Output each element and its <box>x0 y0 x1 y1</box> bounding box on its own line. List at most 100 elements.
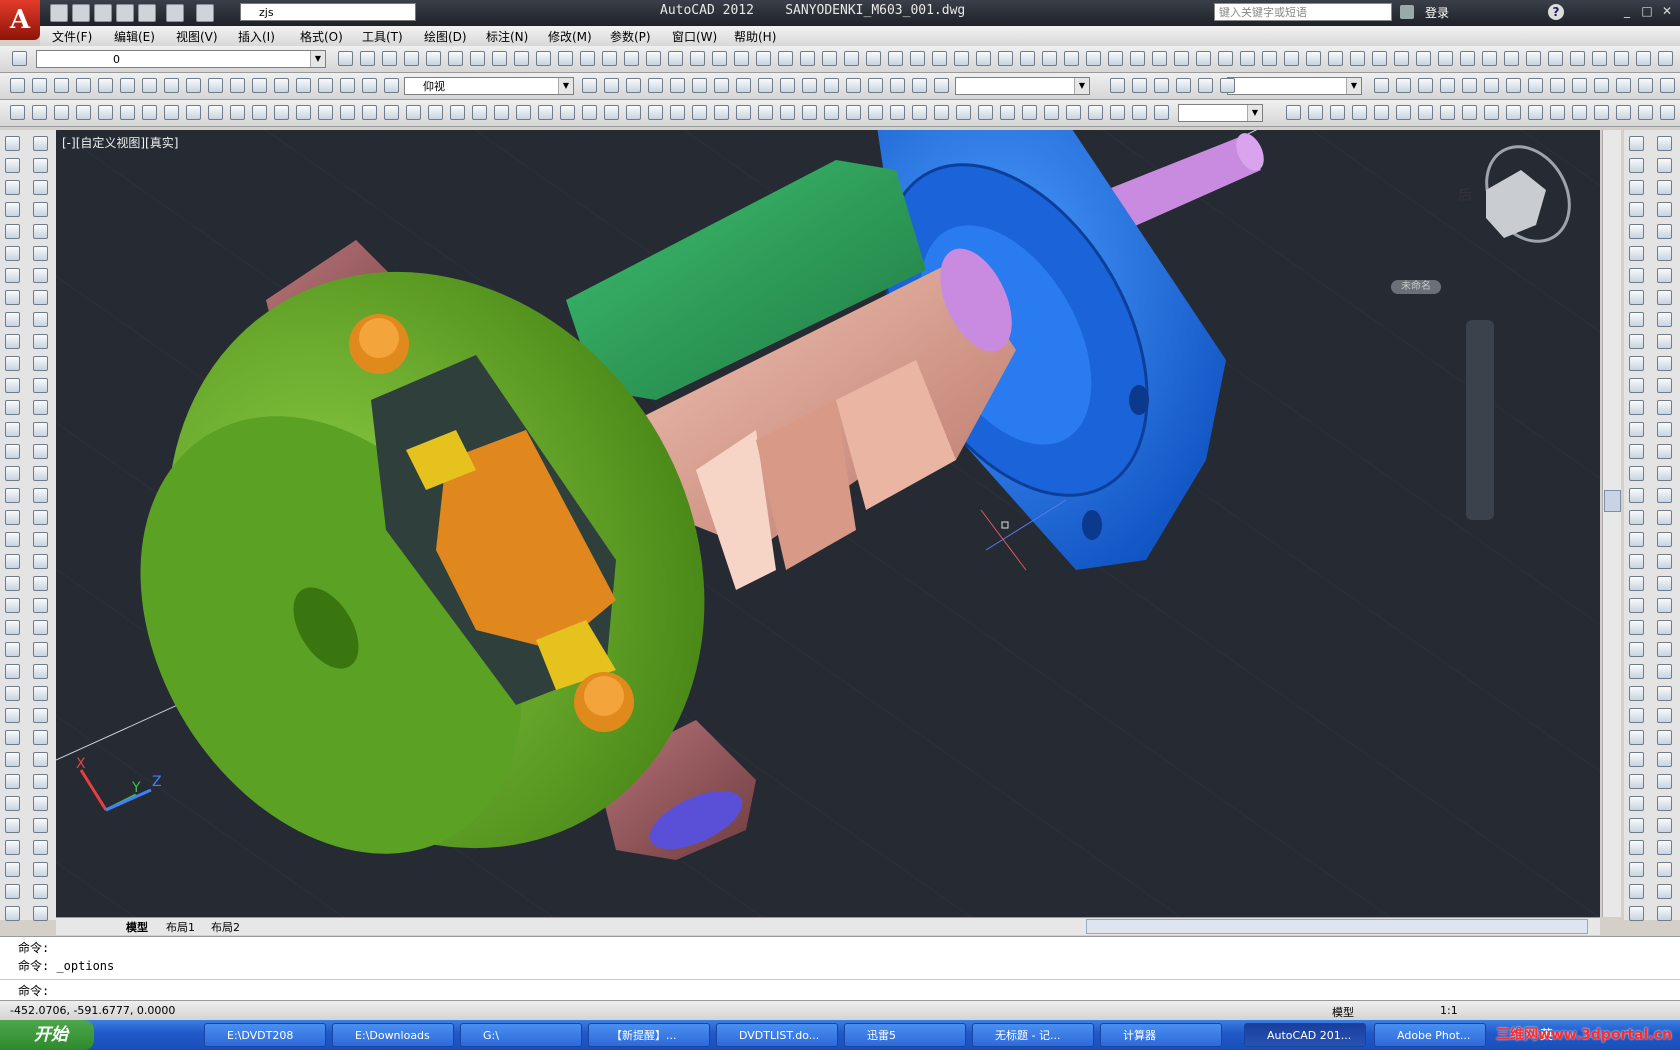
toolbar-tool-icon[interactable] <box>5 774 20 789</box>
layer-properties-icon[interactable] <box>12 51 27 66</box>
toolbar-tool-icon[interactable] <box>1154 105 1169 120</box>
toolbar-tool-icon[interactable] <box>1638 105 1653 120</box>
toolbar-tool-icon[interactable] <box>1350 51 1365 66</box>
toolbar-tool-icon[interactable] <box>120 105 135 120</box>
tab-model[interactable]: 模型 <box>126 919 148 935</box>
toolbar-tool-icon[interactable] <box>1548 51 1563 66</box>
toolbar-tool-icon[interactable] <box>33 554 48 569</box>
toolbar-tool-icon[interactable] <box>5 202 20 217</box>
toolbar-tool-icon[interactable] <box>1000 105 1015 120</box>
toolbar-tool-icon[interactable] <box>956 105 971 120</box>
print-icon[interactable] <box>138 4 156 22</box>
command-window[interactable]: 命令: 命令: _options 命令: <box>0 936 1680 1001</box>
toolbar-tool-icon[interactable] <box>1657 708 1672 723</box>
tab-layout2[interactable]: 布局2 <box>211 919 240 935</box>
toolbar-tool-icon[interactable] <box>1352 105 1367 120</box>
ucs-select[interactable]: ▼ <box>1227 77 1362 95</box>
toolbar-tool-icon[interactable] <box>33 312 48 327</box>
toolbar-tool-icon[interactable] <box>5 180 20 195</box>
toolbar-tool-icon[interactable] <box>1198 78 1213 93</box>
toolbar-tool-icon[interactable] <box>1629 620 1644 635</box>
toolbar-tool-icon[interactable] <box>824 105 839 120</box>
toolbar-tool-icon[interactable] <box>1462 78 1477 93</box>
toolbar-tool-icon[interactable] <box>1629 730 1644 745</box>
toolbar-tool-icon[interactable] <box>1629 510 1644 525</box>
toolbar-tool-icon[interactable] <box>33 906 48 921</box>
toolbar-tool-icon[interactable] <box>76 78 91 93</box>
toolbar-tool-icon[interactable] <box>1657 422 1672 437</box>
toolbar-tool-icon[interactable] <box>5 378 20 393</box>
toolbar-tool-icon[interactable] <box>516 105 531 120</box>
toolbar-tool-icon[interactable] <box>1396 78 1411 93</box>
toolbar-tool-icon[interactable] <box>450 105 465 120</box>
toolbar-tool-icon[interactable] <box>252 105 267 120</box>
menu-modify[interactable]: 修改(M) <box>548 28 592 45</box>
toolbar-tool-icon[interactable] <box>758 105 773 120</box>
toolbar-tool-icon[interactable] <box>1657 730 1672 745</box>
toolbar-tool-icon[interactable] <box>33 202 48 217</box>
toolbar-tool-icon[interactable] <box>5 796 20 811</box>
toolbar-tool-icon[interactable] <box>33 884 48 899</box>
toolbar-tool-icon[interactable] <box>1657 686 1672 701</box>
toolbar-tool-icon[interactable] <box>1629 444 1644 459</box>
toolbar-tool-icon[interactable] <box>580 51 595 66</box>
toolbar-tool-icon[interactable] <box>1657 268 1672 283</box>
tab-layout1[interactable]: 布局1 <box>166 919 195 935</box>
task-dvdt208[interactable]: E:\DVDT208 <box>204 1023 326 1047</box>
toolbar-tool-icon[interactable] <box>1372 51 1387 66</box>
toolbar-tool-icon[interactable] <box>1482 51 1497 66</box>
toolbar-tool-icon[interactable] <box>1462 105 1477 120</box>
layer-select[interactable]: 0 ▼ <box>36 50 326 68</box>
toolbar-tool-icon[interactable] <box>54 105 69 120</box>
toolbar-tool-icon[interactable] <box>1396 105 1411 120</box>
toolbar-tool-icon[interactable] <box>5 730 20 745</box>
toolbar-tool-icon[interactable] <box>404 51 419 66</box>
toolbar-tool-icon[interactable] <box>1657 884 1672 899</box>
toolbar-tool-icon[interactable] <box>33 620 48 635</box>
toolbar-tool-icon[interactable] <box>604 78 619 93</box>
redo-icon[interactable] <box>196 4 214 22</box>
menu-tools[interactable]: 工具(T) <box>362 28 403 45</box>
toolbar-tool-icon[interactable] <box>33 642 48 657</box>
restore-icon[interactable]: □ <box>1640 4 1654 18</box>
toolbar-tool-icon[interactable] <box>560 105 575 120</box>
toolbar-tool-icon[interactable] <box>32 105 47 120</box>
toolbar-tool-icon[interactable] <box>1629 136 1644 151</box>
toolbar-tool-icon[interactable] <box>1629 862 1644 877</box>
toolbar-tool-icon[interactable] <box>5 752 20 767</box>
toolbar-tool-icon[interactable] <box>1657 356 1672 371</box>
autocad-logo[interactable]: A <box>0 0 40 40</box>
toolbar-tool-icon[interactable] <box>976 51 991 66</box>
toolbar-tool-icon[interactable] <box>5 488 20 503</box>
toolbar-tool-icon[interactable] <box>448 51 463 66</box>
toolbar-tool-icon[interactable] <box>1174 51 1189 66</box>
toolbar-tool-icon[interactable] <box>5 312 20 327</box>
toolbar-tool-icon[interactable] <box>33 862 48 877</box>
toolbar-tool-icon[interactable] <box>1066 105 1081 120</box>
toolbar-tool-icon[interactable] <box>890 105 905 120</box>
toolbar-tool-icon[interactable] <box>5 532 20 547</box>
toolbar-tool-icon[interactable] <box>5 686 20 701</box>
toolbar-tool-icon[interactable] <box>1657 180 1672 195</box>
toolbar-tool-icon[interactable] <box>1629 488 1644 503</box>
toolbar-tool-icon[interactable] <box>5 444 20 459</box>
toolbar-tool-icon[interactable] <box>1629 378 1644 393</box>
toolbar-tool-icon[interactable] <box>998 51 1013 66</box>
toolbar-tool-icon[interactable] <box>1629 356 1644 371</box>
toolbar-tool-icon[interactable] <box>208 105 223 120</box>
toolbar-tool-icon[interactable] <box>492 51 507 66</box>
toolbar-tool-icon[interactable] <box>33 708 48 723</box>
workspace-select[interactable]: zjs <box>240 3 416 21</box>
toolbar-tool-icon[interactable] <box>5 224 20 239</box>
toolbar-tool-icon[interactable] <box>1629 224 1644 239</box>
toolbar-tool-icon[interactable] <box>1657 444 1672 459</box>
toolbar-tool-icon[interactable] <box>692 78 707 93</box>
toolbar-tool-icon[interactable] <box>1594 78 1609 93</box>
toolbar-tool-icon[interactable] <box>1132 78 1147 93</box>
toolbar-tool-icon[interactable] <box>5 554 20 569</box>
toolbar-tool-icon[interactable] <box>538 105 553 120</box>
toolbar-tool-icon[interactable] <box>1657 334 1672 349</box>
toolbar-tool-icon[interactable] <box>888 51 903 66</box>
toolbar-tool-icon[interactable] <box>5 862 20 877</box>
toolbar-tool-icon[interactable] <box>1629 906 1644 921</box>
